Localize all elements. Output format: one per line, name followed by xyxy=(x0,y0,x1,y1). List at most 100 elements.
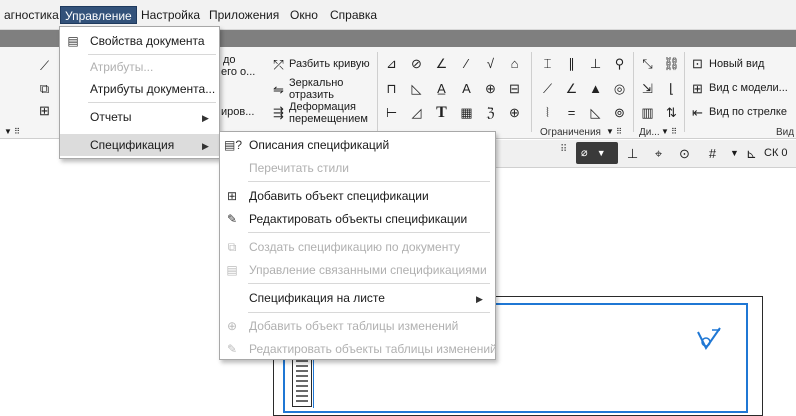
menu-upravlenie[interactable]: Управление xyxy=(60,6,137,24)
frame-icon[interactable]: ⌊ xyxy=(663,80,680,97)
roughness-mark-icon xyxy=(697,327,721,350)
grid-param-icon[interactable]: ▥ xyxy=(639,104,656,121)
view-from-model-button[interactable]: Вид с модели... xyxy=(709,82,788,94)
group-di-label: Ди... xyxy=(639,127,660,138)
deform-label-1[interactable]: Деформация xyxy=(289,101,356,113)
line-tool-icon[interactable]: ⟋ xyxy=(36,57,53,74)
menu-item-spec-descriptions[interactable]: Описания спецификаций xyxy=(220,134,495,156)
menu-item-attributes[interactable]: Атрибуты... xyxy=(60,56,219,78)
text-under-icon[interactable]: A̲ xyxy=(433,80,450,97)
menu-item-edit-change-table[interactable]: Редактировать объекты таблицы изменений xyxy=(220,338,497,360)
menu-prilozheniya[interactable]: Приложения xyxy=(205,6,283,24)
deform-label-2[interactable]: перемещением xyxy=(289,113,368,125)
split-curve-icon[interactable]: ⤱ xyxy=(270,56,287,73)
menu-item-doc-attributes[interactable]: Атрибуты документа... xyxy=(60,78,219,100)
local-snap-icon[interactable]: ⌖ xyxy=(650,145,667,162)
snap-toggle-button[interactable]: ⌀ ▼ xyxy=(576,142,618,164)
text-align-icon[interactable]: A xyxy=(458,80,475,97)
ribbon-btn2[interactable]: иров... xyxy=(221,106,254,118)
view-by-arrow-icon[interactable]: ⇤ xyxy=(689,104,706,121)
var-icon[interactable]: ⇲ xyxy=(639,80,656,97)
menu-separator xyxy=(88,102,216,103)
hatch-icon[interactable]: ℨ xyxy=(482,104,499,121)
menu-item-reread-styles[interactable]: Перечитать стили xyxy=(220,157,495,179)
menu-separator xyxy=(248,232,490,233)
grid-dropdown-icon[interactable]: ▼ xyxy=(730,148,739,158)
arc-dim-icon[interactable]: ◿ xyxy=(408,104,425,121)
menu-item-add-change-table[interactable]: Добавить объект таблицы изменений xyxy=(220,315,495,337)
position-icon[interactable]: ⊕ xyxy=(482,80,499,97)
leader-icon[interactable]: ∕ xyxy=(458,55,475,72)
menu-item-edit-spec-objects[interactable]: Редактировать объекты спецификации xyxy=(220,208,495,230)
ribbon-btn1-top[interactable]: до xyxy=(223,54,236,66)
radius-constraint-icon[interactable]: ⊚ xyxy=(611,104,628,121)
menu-separator xyxy=(248,283,490,284)
menu-separator xyxy=(88,54,216,55)
perpendicular-icon[interactable]: ⊥ xyxy=(587,55,604,72)
menu-item-create-spec[interactable]: Создать спецификацию по документу xyxy=(220,236,495,258)
tangent-icon[interactable]: ⚲ xyxy=(611,55,628,72)
menu-item-doc-properties[interactable]: Свойства документа xyxy=(60,30,219,52)
menu-item-specification[interactable]: Спецификация xyxy=(60,134,219,156)
specification-submenu: ▤? Описания спецификаций Перечитать стил… xyxy=(219,131,497,360)
text-tool-icon[interactable]: T xyxy=(433,104,450,121)
deform-icon[interactable]: ⇶ xyxy=(270,104,287,121)
param-icon[interactable]: ⤡ xyxy=(639,55,656,72)
magnet-icon: ⌀ xyxy=(581,147,588,159)
view-by-arrow-button[interactable]: Вид по стрелке xyxy=(709,106,787,118)
group-constraints-arrow[interactable]: ▼ ⠿ xyxy=(606,127,622,136)
cross-icon[interactable]: ⊕ xyxy=(506,104,523,121)
group-collapse-arrow[interactable]: ▼ ⠿ xyxy=(4,127,20,136)
concentric-icon[interactable]: ◎ xyxy=(611,80,628,97)
array-tool-icon[interactable]: ⊞ xyxy=(36,102,53,119)
angle-constraint-icon[interactable]: ∠ xyxy=(563,80,580,97)
ortho-icon[interactable]: ⊥ xyxy=(624,145,641,162)
triangle-constraint-icon[interactable]: ◺ xyxy=(587,104,604,121)
radius-icon[interactable]: ◺ xyxy=(408,80,425,97)
parallel-icon[interactable]: ∥ xyxy=(563,55,580,72)
collinear-icon[interactable]: ⟋ xyxy=(539,80,556,97)
diameter-icon[interactable]: ⊘ xyxy=(408,55,425,72)
new-view-button[interactable]: Новый вид xyxy=(709,58,764,70)
symmetry-icon[interactable]: ▲ xyxy=(587,80,604,97)
menu-item-reports[interactable]: Отчеты xyxy=(60,106,219,128)
grid-icon[interactable]: # xyxy=(704,145,721,162)
cs-icon[interactable]: ⊾ xyxy=(743,145,760,162)
cs-label[interactable]: СК 0 xyxy=(764,147,788,159)
mirror-label-1[interactable]: Зеркально xyxy=(289,77,343,89)
menu-item-linked-specs[interactable]: Управление связанными спецификациями xyxy=(220,259,495,281)
fix-point-icon[interactable]: ⌶ xyxy=(539,55,556,72)
menu-item-spec-on-sheet[interactable]: Спецификация на листе xyxy=(220,287,495,309)
split-curve-button[interactable]: Разбить кривую xyxy=(289,58,370,70)
ribbon-separator xyxy=(684,52,685,132)
ribbon-btn1-bottom[interactable]: его о... xyxy=(221,66,255,78)
snap-point-icon[interactable]: ⊙ xyxy=(676,145,693,162)
menu-spravka[interactable]: Справка xyxy=(326,6,381,24)
menu-okno[interactable]: Окно xyxy=(286,6,322,24)
table-icon[interactable]: ▦ xyxy=(458,104,475,121)
view-from-model-icon[interactable]: ⊞ xyxy=(689,80,706,97)
sort-param-icon[interactable]: ⇅ xyxy=(663,104,680,121)
ribbon-separator xyxy=(377,52,378,132)
link-icon[interactable]: ⛓ xyxy=(663,55,680,72)
mirror-icon[interactable]: ⇋ xyxy=(270,81,287,98)
copy-tool-icon[interactable]: ⧉ xyxy=(36,80,53,97)
menu-nastroyka[interactable]: Настройка xyxy=(137,6,204,24)
chain-dim-icon[interactable]: ⊢ xyxy=(383,104,400,121)
vertical-icon[interactable]: ⦚ xyxy=(539,104,556,121)
menu-diagnostics[interactable]: агностика xyxy=(0,6,63,24)
dim-auto-icon[interactable]: ⊿ xyxy=(383,55,400,72)
base-icon[interactable]: ⊟ xyxy=(506,80,523,97)
roughness-icon[interactable]: √ xyxy=(482,55,499,72)
mirror-label-2[interactable]: отразить xyxy=(289,89,334,101)
menu-item-add-spec-object[interactable]: Добавить объект спецификации xyxy=(220,185,495,207)
menu-separator xyxy=(248,181,490,182)
new-view-icon[interactable]: ⊡ xyxy=(689,55,706,72)
linear-dim-icon[interactable]: ⊓ xyxy=(383,80,400,97)
ribbon-separator xyxy=(633,52,634,132)
group-di-arrow[interactable]: ▼ ⠿ xyxy=(661,127,677,136)
angle-dim-icon[interactable]: ∠ xyxy=(433,55,450,72)
equal-icon[interactable]: = xyxy=(563,104,580,121)
upravlenie-menu: ▤ Свойства документа Атрибуты... Атрибут… xyxy=(59,26,220,159)
stamp-icon[interactable]: ⌂ xyxy=(506,55,523,72)
